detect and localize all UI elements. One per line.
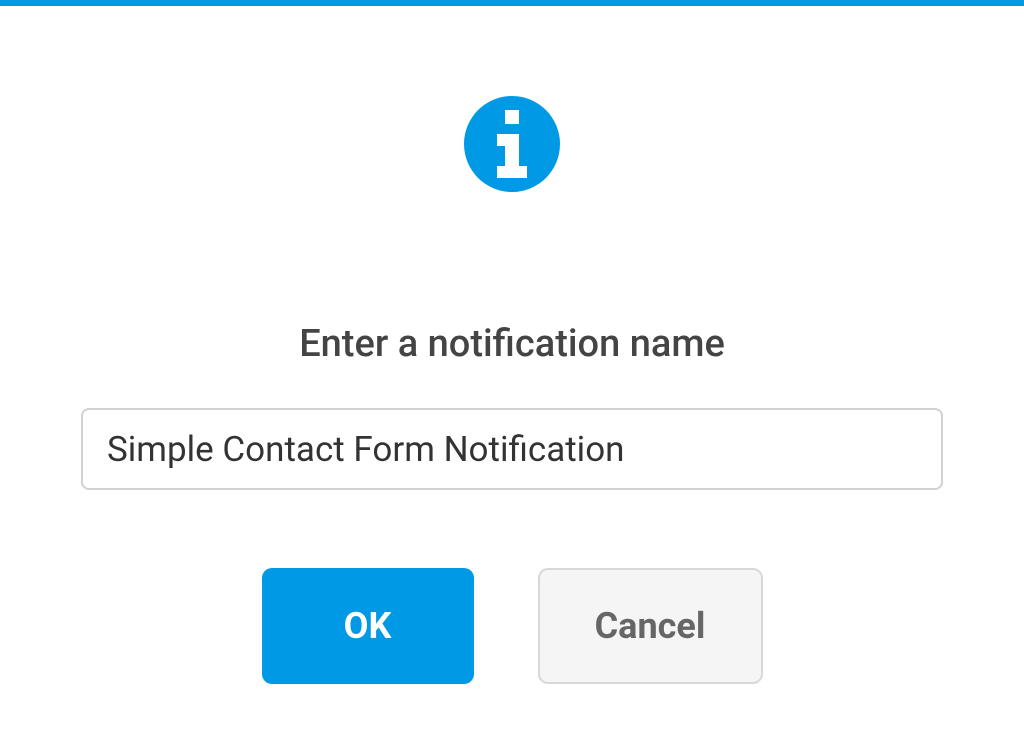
info-icon [464,96,560,192]
dialog-title: Enter a notification name [299,322,725,366]
ok-button[interactable]: OK [262,568,474,684]
dialog-container: Enter a notification name OK Cancel [0,6,1024,684]
cancel-button[interactable]: Cancel [538,568,763,684]
notification-name-input[interactable] [81,408,943,490]
button-row: OK Cancel [262,568,763,684]
info-glyph [489,110,535,178]
